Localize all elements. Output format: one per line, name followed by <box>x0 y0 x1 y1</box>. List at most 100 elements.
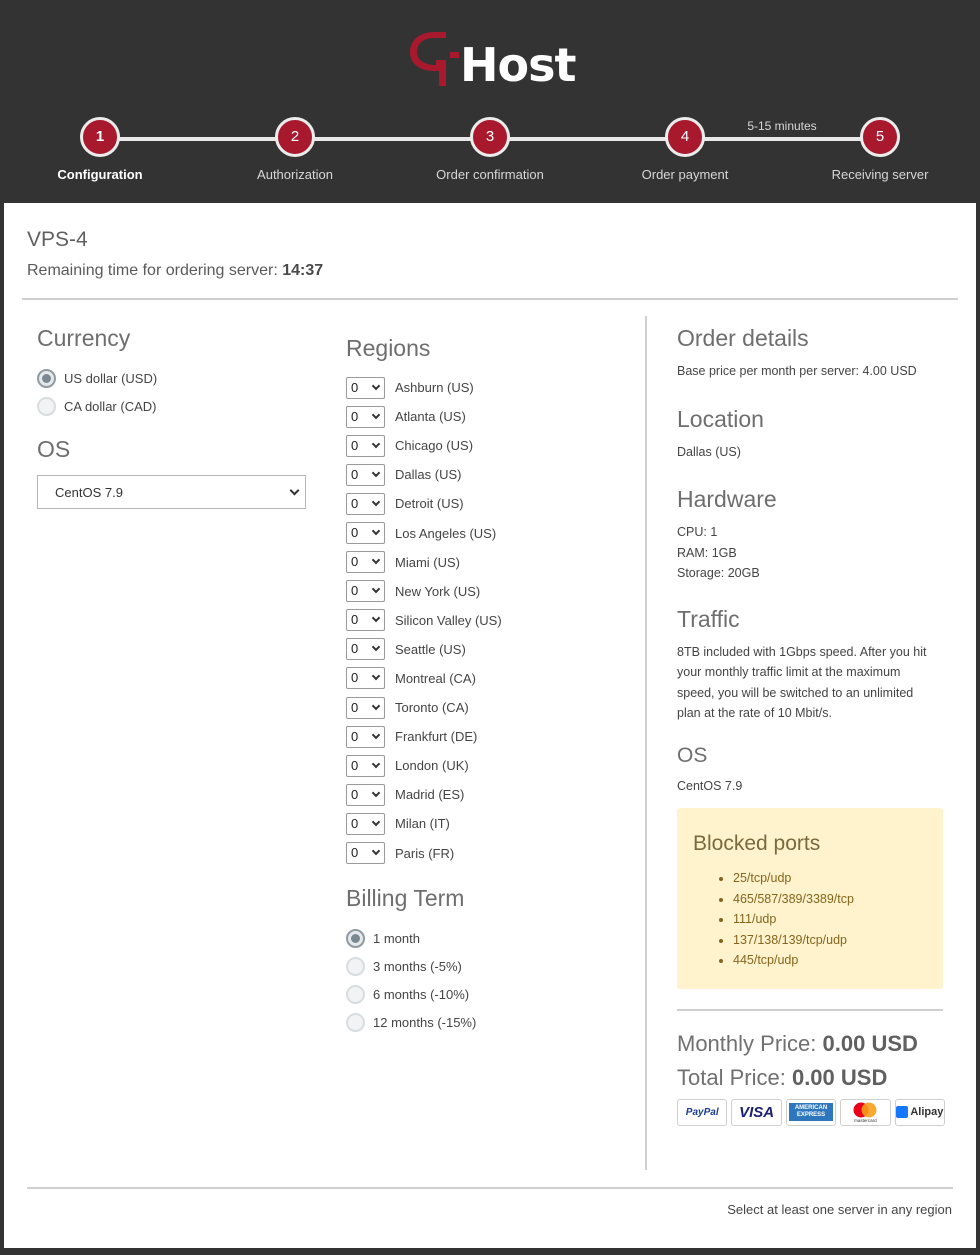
region-quantity-select[interactable]: 0 <box>346 754 385 777</box>
region-label: Montreal (CA) <box>395 670 476 686</box>
chevron-down-icon <box>371 614 381 623</box>
region-quantity-select[interactable]: 0 <box>346 842 385 865</box>
os-summary-value: CentOS 7.9 <box>677 778 743 793</box>
radio-button[interactable] <box>346 985 365 1005</box>
divider <box>22 298 958 300</box>
region-row: 0 Seattle (US) <box>346 635 636 664</box>
region-quantity-select[interactable]: 0 <box>346 492 385 515</box>
chevron-down-icon <box>371 672 381 681</box>
monthly-price-label: Monthly Price: <box>677 1030 817 1056</box>
amex-icon: AMERICAN EXPRESS <box>785 1098 837 1126</box>
region-quantity-select[interactable]: 0 <box>346 522 385 545</box>
radio-button[interactable] <box>346 957 365 977</box>
os-select-value: CentOS 7.9 <box>55 484 123 500</box>
location-value: Dallas (US) <box>677 444 741 459</box>
step-receiving-server: 5 Receiving server <box>800 115 960 182</box>
order-details-column: Order details Base price per month per s… <box>677 325 946 1126</box>
region-row: 0 Frankfurt (DE) <box>346 722 636 751</box>
logo[interactable]: Host <box>406 28 576 92</box>
regions-title: Regions <box>346 335 431 361</box>
step-configuration: 1 Configuration <box>20 115 180 182</box>
region-row: 0 Chicago (US) <box>346 431 636 460</box>
blocked-ports-list: 25/tcp/udp 465/587/389/3389/tcp 111/udp … <box>693 868 927 971</box>
region-list: 0 Ashburn (US) 0 Atlanta (US) 0 Chicago (US) 0… <box>346 373 636 868</box>
chevron-down-icon <box>371 526 381 536</box>
step-number: 4 <box>665 117 705 157</box>
region-row: 0 Silicon Valley (US) <box>346 606 636 635</box>
region-quantity-select[interactable]: 0 <box>346 405 385 428</box>
radio-label: 1 month <box>373 931 420 947</box>
region-label: Seattle (US) <box>395 641 466 657</box>
billing-option[interactable]: 3 months (-5%) <box>346 953 636 981</box>
monthly-price-value: 0.00 USD <box>822 1030 918 1056</box>
region-label: Frankfurt (DE) <box>395 729 478 745</box>
region-row: 0 Ashburn (US) <box>346 373 636 402</box>
region-quantity-select[interactable]: 0 <box>346 376 385 399</box>
alipay-mark <box>896 1106 909 1119</box>
billing-option[interactable]: 1 month <box>346 925 636 953</box>
step-number: 2 <box>275 117 315 157</box>
region-quantity-value: 0 <box>351 495 359 511</box>
region-row: 0 Detroit (US) <box>346 489 636 518</box>
region-quantity-select[interactable]: 0 <box>346 463 385 486</box>
currency-option-usd[interactable]: US dollar (USD) <box>37 364 307 392</box>
region-label: Silicon Valley (US) <box>395 612 502 628</box>
radio-button[interactable] <box>346 1013 365 1033</box>
total-price-value: 0.00 USD <box>791 1064 888 1090</box>
region-quantity-value: 0 <box>351 408 359 424</box>
step-label: Configuration <box>57 167 143 182</box>
region-quantity-select[interactable]: 0 <box>346 434 385 457</box>
chevron-down-icon <box>371 817 381 827</box>
region-label: Madrid (ES) <box>395 787 465 803</box>
chevron-down-icon <box>371 497 381 507</box>
region-quantity-value: 0 <box>351 815 359 831</box>
region-quantity-select[interactable]: 0 <box>346 551 385 574</box>
radio-label: CA dollar (CAD) <box>64 398 157 414</box>
hardware-ram: RAM: 1GB <box>677 545 737 560</box>
radio-label: US dollar (USD) <box>64 370 158 386</box>
region-row: 0 Milan (IT) <box>346 809 636 838</box>
region-quantity-select[interactable]: 0 <box>346 667 385 690</box>
region-label: Atlanta (US) <box>395 409 466 425</box>
radio-button[interactable] <box>37 368 56 388</box>
region-quantity-select[interactable]: 0 <box>346 609 385 632</box>
radio-button[interactable] <box>346 929 365 949</box>
region-quantity-select[interactable]: 0 <box>346 638 385 661</box>
region-quantity-value: 0 <box>351 466 359 482</box>
region-quantity-value: 0 <box>351 554 359 570</box>
chevron-down-icon <box>371 643 381 652</box>
radio-button[interactable] <box>37 396 56 416</box>
billing-option[interactable]: 6 months (-10%) <box>346 981 636 1009</box>
billing-options: 1 month 3 months (-5%) 6 months (-10%) 12 m… <box>346 925 636 1037</box>
region-row: 0 New York (US) <box>346 577 636 606</box>
region-row: 0 Toronto (CA) <box>346 693 636 722</box>
region-quantity-select[interactable]: 0 <box>346 580 385 603</box>
region-quantity-value: 0 <box>351 437 359 453</box>
monthly-price: Monthly Price: 0.00 USD <box>677 1031 945 1057</box>
blocked-port-item: 465/587/389/3389/tcp <box>733 889 927 910</box>
region-row: 0 Atlanta (US) <box>346 402 636 431</box>
step-label: Authorization <box>257 167 333 182</box>
region-quantity-select[interactable]: 0 <box>346 725 385 748</box>
billing-option[interactable]: 12 months (-15%) <box>346 1009 636 1037</box>
chevron-down-icon <box>371 584 381 594</box>
os-select[interactable]: CentOS 7.9 <box>37 475 306 509</box>
region-label: Paris (FR) <box>395 845 455 861</box>
remaining-time-value: 14:37 <box>282 262 324 279</box>
region-quantity-select[interactable]: 0 <box>346 783 385 806</box>
step-order-confirmation: 3 Order confirmation <box>410 115 570 182</box>
region-row: 0 Montreal (CA) <box>346 664 636 693</box>
region-quantity-select[interactable]: 0 <box>346 696 385 719</box>
progress-steps: 5-15 minutes 1 Configuration 2 Authoriza… <box>0 115 980 195</box>
radio-label: 6 months (-10%) <box>373 987 470 1003</box>
currency-option-cad[interactable]: CA dollar (CAD) <box>37 392 307 420</box>
region-label: Chicago (US) <box>395 438 474 454</box>
currency-title: Currency <box>37 325 131 351</box>
region-row: 0 London (UK) <box>346 751 636 780</box>
region-quantity-select[interactable]: 0 <box>346 812 385 835</box>
regions-column: Regions 0 Ashburn (US) 0 Atlanta (US) 0 Chica… <box>346 335 636 1037</box>
divider <box>27 1187 953 1189</box>
step-label: Order payment <box>641 167 729 182</box>
traffic-title: Traffic <box>677 605 740 632</box>
logo-text: Host <box>460 38 576 92</box>
